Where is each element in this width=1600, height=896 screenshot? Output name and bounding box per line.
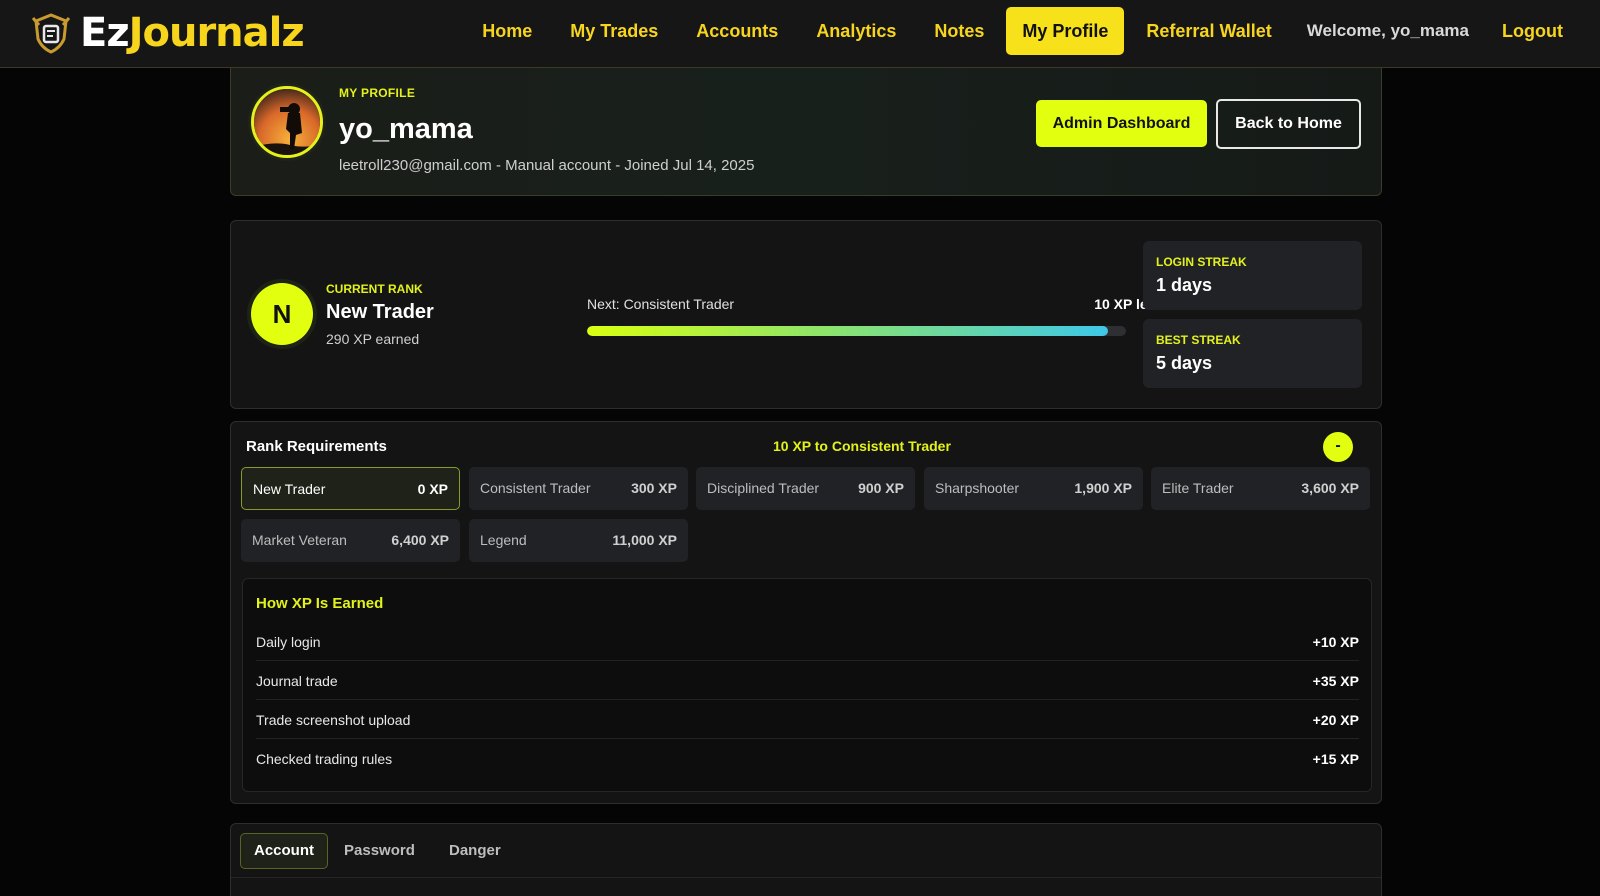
tab-danger[interactable]: Danger <box>436 833 514 869</box>
tier-name: New Trader <box>253 481 326 497</box>
best-streak-value: 5 days <box>1156 353 1213 373</box>
rank-progress-bar <box>587 326 1126 336</box>
admin-dashboard-button[interactable]: Admin Dashboard <box>1036 100 1207 147</box>
tier-xp: 3,600 XP <box>1301 480 1359 496</box>
xp-rule-row: Trade screenshot upload +20 XP <box>256 700 1359 739</box>
best-streak-box: BEST STREAK 5 days <box>1143 319 1362 388</box>
tier-name: Legend <box>480 532 527 548</box>
nav-my-trades[interactable]: My Trades <box>551 7 677 55</box>
tier-name: Consistent Trader <box>480 480 591 496</box>
profile-kicker: MY PROFILE <box>339 86 416 100</box>
tier-xp: 900 XP <box>858 480 904 496</box>
current-rank-name: New Trader <box>326 301 434 323</box>
profile-username: yo_mama <box>339 113 473 145</box>
xp-rule-amount: +15 XP <box>1312 751 1359 767</box>
brand-logo[interactable]: EzJournalz <box>30 8 305 58</box>
xp-earned: 290 XP earned <box>326 331 420 347</box>
nav-my-profile[interactable]: My Profile <box>1006 7 1125 55</box>
login-streak-value: 1 days <box>1156 275 1213 295</box>
xp-rule-amount: +10 XP <box>1312 634 1359 650</box>
nav-referral-wallet[interactable]: Referral Wallet <box>1127 7 1290 55</box>
rank-requirements-card: Rank Requirements 10 XP to Consistent Tr… <box>230 421 1382 804</box>
brand-wordmark: EzJournalz <box>80 10 305 56</box>
profile-subline: leetroll230@gmail.com - Manual account -… <box>339 157 755 174</box>
tier-name: Elite Trader <box>1162 480 1234 496</box>
tier-legend: Legend 11,000 XP <box>469 519 688 562</box>
rank-progress-fill <box>587 326 1109 336</box>
nav-notes[interactable]: Notes <box>915 7 1003 55</box>
tier-xp: 6,400 XP <box>391 532 449 548</box>
tier-xp: 300 XP <box>631 480 677 496</box>
nav-links: Home My Trades Accounts Analytics Notes … <box>463 7 1582 55</box>
tier-xp: 1,900 XP <box>1074 480 1132 496</box>
xp-rule-row: Checked trading rules +15 XP <box>256 739 1359 778</box>
tier-name: Disciplined Trader <box>707 480 820 496</box>
tabs-divider <box>231 877 1381 878</box>
xp-rule-label: Journal trade <box>256 673 338 689</box>
next-rank-label: Next: Consistent Trader <box>587 296 735 312</box>
avatar-image <box>254 89 320 155</box>
xp-rule-amount: +35 XP <box>1312 673 1359 689</box>
nav-analytics[interactable]: Analytics <box>797 7 915 55</box>
xp-to-next-summary: 10 XP to Consistent Trader <box>773 438 951 454</box>
rank-requirements-title: Rank Requirements <box>246 438 387 455</box>
rank-card: N CURRENT RANK New Trader 290 XP earned … <box>230 220 1382 409</box>
xp-rule-amount: +20 XP <box>1312 712 1359 728</box>
tier-disciplined-trader: Disciplined Trader 900 XP <box>696 467 915 510</box>
best-streak-label: BEST STREAK <box>1156 333 1241 347</box>
how-xp-earned-panel: How XP Is Earned Daily login +10 XP Jour… <box>242 578 1372 792</box>
avatar[interactable] <box>251 86 323 158</box>
nav-home[interactable]: Home <box>463 7 551 55</box>
tier-xp: 11,000 XP <box>612 532 677 548</box>
xp-rule-row: Daily login +10 XP <box>256 622 1359 661</box>
login-streak-label: LOGIN STREAK <box>1156 255 1247 269</box>
tab-account[interactable]: Account <box>240 833 328 869</box>
how-xp-earned-title: How XP Is Earned <box>256 595 384 612</box>
tab-password[interactable]: Password <box>331 833 428 869</box>
settings-tabs-card: Account Password Danger <box>230 823 1382 896</box>
welcome-text: Welcome, yo_mama <box>1306 21 1470 40</box>
profile-header-card: MY PROFILE yo_mama leetroll230@gmail.com… <box>230 68 1382 196</box>
tier-sharpshooter: Sharpshooter 1,900 XP <box>924 467 1143 510</box>
rank-badge: N <box>251 283 313 345</box>
collapse-toggle-button[interactable]: - <box>1323 432 1353 462</box>
tier-elite-trader: Elite Trader 3,600 XP <box>1151 467 1370 510</box>
tier-consistent-trader: Consistent Trader 300 XP <box>469 467 688 510</box>
top-navbar: EzJournalz Home My Trades Accounts Analy… <box>0 0 1600 68</box>
xp-rule-label: Trade screenshot upload <box>256 712 411 728</box>
tier-new-trader: New Trader 0 XP <box>241 467 460 510</box>
current-rank-kicker: CURRENT RANK <box>326 282 423 296</box>
tier-market-veteran: Market Veteran 6,400 XP <box>241 519 460 562</box>
logout-link[interactable]: Logout <box>1483 7 1582 55</box>
xp-rule-row: Journal trade +35 XP <box>256 661 1359 700</box>
xp-rule-label: Daily login <box>256 634 321 650</box>
login-streak-box: LOGIN STREAK 1 days <box>1143 241 1362 310</box>
xp-rule-label: Checked trading rules <box>256 751 393 767</box>
shield-logo-icon <box>31 13 71 54</box>
tier-name: Market Veteran <box>252 532 347 548</box>
tier-name: Sharpshooter <box>935 480 1020 496</box>
nav-accounts[interactable]: Accounts <box>677 7 797 55</box>
back-to-home-button[interactable]: Back to Home <box>1216 99 1361 149</box>
tier-xp: 0 XP <box>417 481 448 497</box>
